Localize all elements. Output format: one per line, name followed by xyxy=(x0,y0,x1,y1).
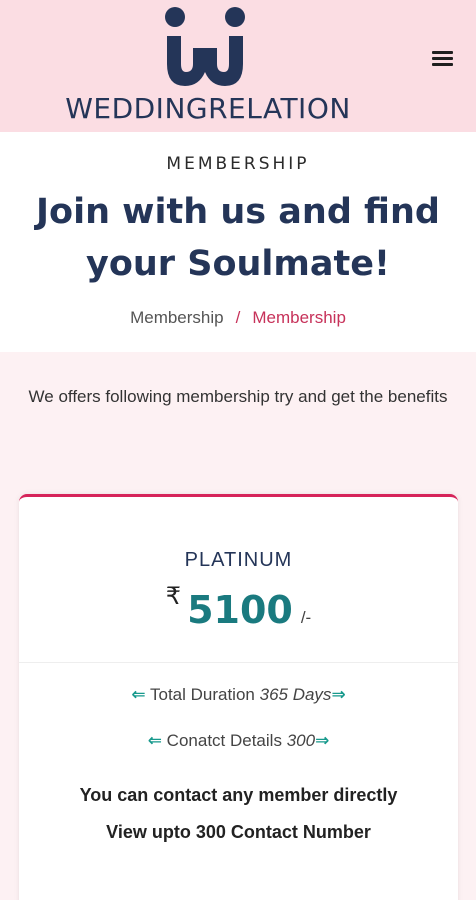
price-suffix: /- xyxy=(300,608,312,627)
membership-content: We offers following membership try and g… xyxy=(0,352,476,900)
breadcrumb-separator: / xyxy=(235,308,241,327)
site-header: WEDDINGRELATION xyxy=(0,0,476,132)
price-amount: 5100 xyxy=(187,588,293,632)
benefit-item: View upto 300 Contact Number xyxy=(106,822,371,842)
feature-value: 300 xyxy=(286,731,316,750)
plan-price: ₹5100 /- xyxy=(19,583,458,638)
page-title: Join with us and find your Soulmate! xyxy=(36,192,440,284)
arrow-left-icon: ⇐ xyxy=(131,685,146,704)
arrow-left-icon: ⇐ xyxy=(147,731,162,750)
section-eyebrow: MEMBERSHIP xyxy=(166,154,310,174)
hero-section: MEMBERSHIP Join with us and find your So… xyxy=(0,132,476,352)
arrow-right-icon: ⇒ xyxy=(315,731,330,750)
logo-mark-icon xyxy=(165,7,245,86)
benefit-item: You can contact any member directly xyxy=(79,785,398,805)
breadcrumb-home-link[interactable]: Membership xyxy=(130,308,224,327)
feature-contact-details: ⇐ Conatct Details 300⇒ xyxy=(19,731,458,751)
feature-value: 365 Days xyxy=(259,685,332,704)
currency-symbol: ₹ xyxy=(165,583,182,610)
breadcrumb-current: Membership xyxy=(252,308,346,327)
intro-text: We offers following membership try and g… xyxy=(28,387,448,406)
feature-duration: ⇐ Total Duration 365 Days⇒ xyxy=(19,685,458,705)
feature-label: Conatct Details xyxy=(166,731,282,750)
feature-label: Total Duration xyxy=(149,685,255,704)
site-logo[interactable]: WEDDINGRELATION xyxy=(58,6,358,126)
breadcrumb: Membership / Membership xyxy=(0,308,476,328)
card-divider xyxy=(19,662,458,663)
arrow-right-icon: ⇒ xyxy=(331,685,346,704)
plan-name: PLATINUM xyxy=(184,549,293,571)
hamburger-menu-icon[interactable] xyxy=(432,48,458,70)
logo-wordmark: WEDDINGRELATION xyxy=(65,92,351,125)
membership-plan-card: PLATINUM ₹5100 /- ⇐ Total Duration 365 Da… xyxy=(19,494,458,900)
